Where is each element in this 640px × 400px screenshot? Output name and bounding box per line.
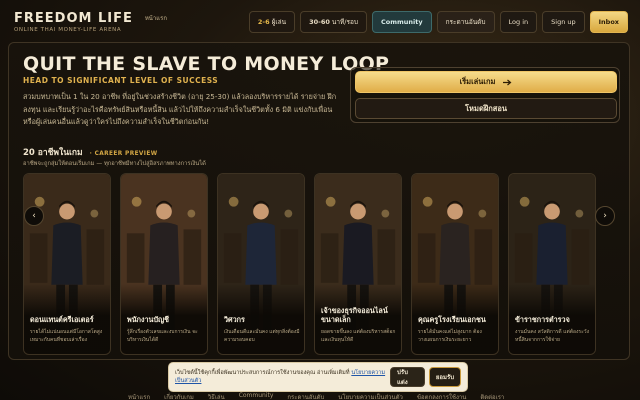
career-description: งานมั่นคง สวัสดิการดี แต่ต้องระวังหนี้สิ… xyxy=(515,329,590,343)
start-game-label: เริ่มเล่นเกม xyxy=(459,77,496,86)
footer-links: หน้าแรก เกี่ยวกับเกม วิธีเล่น Community กระด… xyxy=(128,392,504,400)
cookie-text: เว็บไซต์นี้ใช้คุกกี้เพื่อพัฒนาประสบการณ์… xyxy=(175,369,386,385)
career-card[interactable]: พนักงานบัญชีรู้ลึกเรื่องตัวเลขและงบการเง… xyxy=(120,173,208,355)
start-game-button[interactable]: เริ่มเล่นเกม xyxy=(355,71,617,93)
leaderboard-button[interactable]: กระดานอันดับ xyxy=(436,11,495,33)
footer-link[interactable]: ติดต่อเรา xyxy=(480,392,504,400)
nav-home-link[interactable]: หน้าแรก xyxy=(145,13,167,23)
career-description: รายได้ไม่แน่นอนแต่มีโอกาสโตสูง เหมาะกับค… xyxy=(30,329,103,343)
cookie-banner: เว็บไซต์นี้ใช้คุกกี้เพื่อพัฒนาประสบการณ์… xyxy=(168,362,468,392)
main-panel: QUIT THE SLAVE TO MONEY LOOP HEAD TO SIG… xyxy=(8,42,630,360)
career-card[interactable]: ข้าราชการตำรวจงานมั่นคง สวัสดิการดี แต่ต… xyxy=(508,173,596,355)
tutorial-mode-button[interactable]: โหมดฝึกสอน xyxy=(355,98,617,119)
carousel-prev-button[interactable]: ‹ xyxy=(24,206,44,226)
footer-link[interactable]: เกี่ยวกับเกม xyxy=(164,392,194,400)
duration-value: 30-60 xyxy=(309,18,330,26)
cookie-accept-button[interactable]: ยอมรับ xyxy=(428,367,461,387)
career-card[interactable]: วิศวกรเงินเดือนดีและมั่นคง แต่ทุกสิ่งต้อ… xyxy=(217,173,305,355)
footer-link[interactable]: วิธีเล่น xyxy=(208,392,225,400)
footer-link[interactable]: กระดานอันดับ xyxy=(287,392,324,400)
cookie-message: เว็บไซต์นี้ใช้คุกกี้เพื่อพัฒนาประสบการณ์… xyxy=(175,370,350,376)
brand-logo[interactable]: FREEDOM LIFE ONLINE THAI MONEY-LIFE AREN… xyxy=(14,11,133,33)
carousel-next-button[interactable]: › xyxy=(595,206,615,226)
header-actions: 2-6 ผู้เล่น 30-60 นาที/รอบ Community กระ… xyxy=(248,11,628,33)
signup-button[interactable]: Sign up xyxy=(542,11,585,33)
community-button[interactable]: Community xyxy=(371,11,432,33)
players-value: 2-6 xyxy=(257,18,270,26)
inbox-button[interactable]: Inbox xyxy=(589,11,628,33)
career-preview-title: 20 อาชีพในเกม xyxy=(23,148,83,158)
career-title: ข้าราชการตำรวจ xyxy=(515,315,570,324)
career-title: คุณครูโรงเรียนเอกชน xyxy=(418,315,486,324)
career-title: ดอนแทนต์ครีเอเตอร์ xyxy=(30,315,94,324)
career-title: เจ้าของธุรกิจออนไลน์ขนาดเล็ก xyxy=(321,306,388,324)
chevron-left-icon: ‹ xyxy=(32,211,36,221)
brand-title: FREEDOM LIFE xyxy=(14,11,133,26)
hero-subtitle: HEAD TO SIGNIFICANT LEVEL OF SUCCESS xyxy=(23,76,219,85)
career-preview-note: อาชีพจะถูกสุ่มให้ตอนเริ่มเกม — ทุกอาชีพม… xyxy=(23,161,206,167)
footer-link[interactable]: นโยบายความเป็นส่วนตัว xyxy=(338,392,403,400)
career-carousel: ดอนแทนต์ครีเอเตอร์รายได้ไม่แน่นอนแต่มีโอ… xyxy=(23,173,623,355)
duration-unit: นาที/รอบ xyxy=(331,18,358,26)
brand-tagline: ONLINE THAI MONEY-LIFE ARENA xyxy=(14,27,122,33)
footer-link[interactable]: หน้าแรก xyxy=(128,392,150,400)
career-preview-heading: 20 อาชีพในเกม · CAREER PREVIEW xyxy=(23,145,158,159)
chevron-right-icon: › xyxy=(603,211,607,221)
career-card[interactable]: เจ้าของธุรกิจออนไลน์ขนาดเล็กยอดขายขึ้นลง… xyxy=(314,173,402,355)
login-button[interactable]: Log in xyxy=(499,11,538,33)
career-card[interactable]: ดอนแทนต์ครีเอเตอร์รายได้ไม่แน่นอนแต่มีโอ… xyxy=(23,173,111,355)
cookie-settings-button[interactable]: ปรับแต่ง xyxy=(390,367,425,387)
career-title: วิศวกร xyxy=(224,315,245,324)
header: FREEDOM LIFE ONLINE THAI MONEY-LIFE AREN… xyxy=(0,0,640,44)
footer-link[interactable]: Community xyxy=(239,392,274,400)
career-preview-tag: · CAREER PREVIEW xyxy=(89,151,158,157)
players-unit: ผู้เล่น xyxy=(271,18,287,26)
duration-badge: 30-60 นาที/รอบ xyxy=(300,11,367,33)
career-description: เงินเดือนดีและมั่นคง แต่ทุกสิ่งต้องมีควา… xyxy=(224,329,300,343)
hero-description: สวมบทบาทเป็น 1 ใน 20 อาชีพ ที่อยู่ในช่วง… xyxy=(23,92,337,126)
career-card[interactable]: คุณครูโรงเรียนเอกชนรายได้มั่นคงแต่ไม่สูง… xyxy=(411,173,499,355)
career-description: รู้ลึกเรื่องตัวเลขและงบการเงิน จะบริหารเ… xyxy=(127,329,198,343)
players-badge: 2-6 ผู้เล่น xyxy=(248,11,296,33)
career-description: ยอดขายขึ้นลง แต่ต้องบริหารสต็อกและเงินทุ… xyxy=(321,329,396,343)
hero-title: QUIT THE SLAVE TO MONEY LOOP xyxy=(23,53,390,75)
career-description: รายได้มั่นคงแต่ไม่สูงมาก ต้องวางแผนการเง… xyxy=(418,329,482,343)
arrow-right-icon xyxy=(503,79,512,85)
career-title: พนักงานบัญชี xyxy=(127,315,170,324)
footer-link[interactable]: ข้อตกลงการใช้งาน xyxy=(417,392,466,400)
